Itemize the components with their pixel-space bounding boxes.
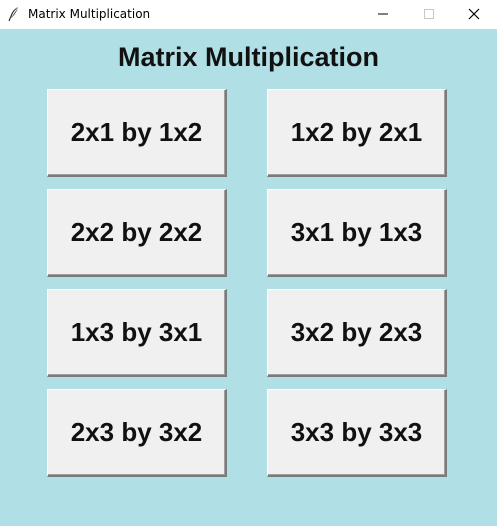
maximize-icon (424, 9, 434, 19)
close-button[interactable] (451, 0, 497, 29)
matrix-3x3-by-3x3-button[interactable]: 3x3 by 3x3 (267, 389, 447, 477)
page-title: Matrix Multiplication (117, 42, 379, 72)
matrix-3x2-by-2x3-button[interactable]: 3x2 by 2x3 (267, 289, 447, 377)
matrix-2x3-by-3x2-button[interactable]: 2x3 by 3x2 (47, 389, 227, 477)
minimize-icon (378, 13, 388, 15)
matrix-2x1-by-1x2-button[interactable]: 2x1 by 1x2 (47, 89, 227, 177)
window-title: Matrix Multiplication (28, 7, 151, 21)
matrix-1x3-by-3x1-button[interactable]: 1x3 by 3x1 (47, 289, 227, 377)
matrix-1x2-by-2x1-button[interactable]: 1x2 by 2x1 (267, 89, 447, 177)
title-bar[interactable]: Matrix Multiplication (0, 0, 497, 29)
matrix-3x1-by-1x3-button[interactable]: 3x1 by 1x3 (267, 189, 447, 277)
feather-icon (8, 6, 20, 22)
minimize-button[interactable] (360, 0, 406, 29)
matrix-2x2-by-2x2-button[interactable]: 2x2 by 2x2 (47, 189, 227, 277)
maximize-button[interactable] (406, 0, 452, 29)
close-icon (468, 8, 480, 20)
